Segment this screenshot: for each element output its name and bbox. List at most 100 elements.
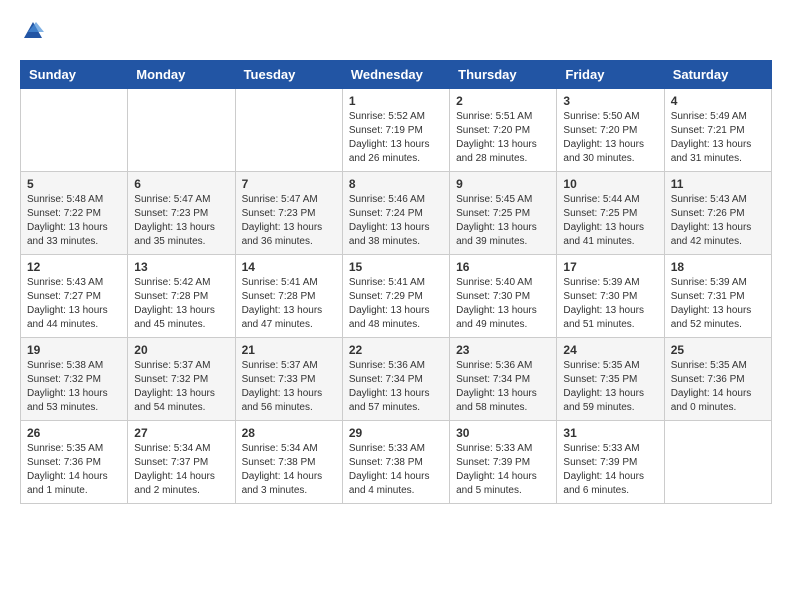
calendar-cell: 6 Sunrise: 5:47 AM Sunset: 7:23 PM Daylig… xyxy=(128,172,235,255)
day-number: 29 xyxy=(349,426,443,440)
week-row-2: 5Sunrise: 5:48 AM Sunset: 7:22 PM Daylig… xyxy=(21,172,772,255)
cell-info: Sunrise: 5:47 AM Sunset: 7:23 PM Dayligh… xyxy=(134,193,228,249)
cell-info: Sunrise: 5:47 AM Sunset: 7:23 PM Dayligh… xyxy=(242,193,336,249)
cell-info: Sunrise: 5:41 AM Sunset: 7:28 PM Dayligh… xyxy=(242,276,336,332)
day-number: 10 xyxy=(563,177,657,191)
calendar-cell: 11 Sunrise: 5:43 AM Sunset: 7:26 PM Dayli… xyxy=(664,172,771,255)
logo xyxy=(20,20,44,44)
cell-info: Sunrise: 5:36 AM Sunset: 7:34 PM Dayligh… xyxy=(456,359,550,415)
calendar-cell: 9Sunrise: 5:45 AM Sunset: 7:25 PM Daylig… xyxy=(450,172,557,255)
cell-info: Sunrise: 5:46 AM Sunset: 7:24 PM Dayligh… xyxy=(349,193,443,249)
day-number: 17 xyxy=(563,260,657,274)
cell-info: Sunrise: 5:33 AM Sunset: 7:39 PM Dayligh… xyxy=(563,442,657,498)
calendar-cell: 3 Sunrise: 5:50 AM Sunset: 7:20 PM Daylig… xyxy=(557,89,664,172)
day-number: 18 xyxy=(671,260,765,274)
week-row-5: 26 Sunrise: 5:35 AM Sunset: 7:36 PM Dayli… xyxy=(21,421,772,504)
day-number: 11 xyxy=(671,177,765,191)
weekday-header-row: SundayMondayTuesdayWednesdayThursdayFrid… xyxy=(21,61,772,89)
day-number: 23 xyxy=(456,343,550,357)
calendar-table: SundayMondayTuesdayWednesdayThursdayFrid… xyxy=(20,60,772,504)
calendar-cell: 18 Sunrise: 5:39 AM Sunset: 7:31 PM Dayli… xyxy=(664,255,771,338)
day-number: 27 xyxy=(134,426,228,440)
day-number: 13 xyxy=(134,260,228,274)
calendar-cell: 7 Sunrise: 5:47 AM Sunset: 7:23 PM Daylig… xyxy=(235,172,342,255)
calendar-cell xyxy=(128,89,235,172)
calendar-cell: 2 Sunrise: 5:51 AM Sunset: 7:20 PM Daylig… xyxy=(450,89,557,172)
day-number: 2 xyxy=(456,94,550,108)
calendar-cell: 28 Sunrise: 5:34 AM Sunset: 7:38 PM Dayli… xyxy=(235,421,342,504)
cell-info: Sunrise: 5:39 AM Sunset: 7:30 PM Dayligh… xyxy=(563,276,657,332)
calendar-cell xyxy=(235,89,342,172)
calendar-cell xyxy=(21,89,128,172)
calendar-cell: 27 Sunrise: 5:34 AM Sunset: 7:37 PM Dayli… xyxy=(128,421,235,504)
day-number: 20 xyxy=(134,343,228,357)
cell-info: Sunrise: 5:33 AM Sunset: 7:39 PM Dayligh… xyxy=(456,442,550,498)
cell-info: Sunrise: 5:34 AM Sunset: 7:38 PM Dayligh… xyxy=(242,442,336,498)
day-number: 31 xyxy=(563,426,657,440)
day-number: 30 xyxy=(456,426,550,440)
day-number: 9 xyxy=(456,177,550,191)
cell-info: Sunrise: 5:51 AM Sunset: 7:20 PM Dayligh… xyxy=(456,110,550,166)
weekday-header-saturday: Saturday xyxy=(664,61,771,89)
weekday-header-sunday: Sunday xyxy=(21,61,128,89)
cell-info: Sunrise: 5:43 AM Sunset: 7:26 PM Dayligh… xyxy=(671,193,765,249)
calendar-cell: 13Sunrise: 5:42 AM Sunset: 7:28 PM Dayli… xyxy=(128,255,235,338)
cell-info: Sunrise: 5:33 AM Sunset: 7:38 PM Dayligh… xyxy=(349,442,443,498)
day-number: 14 xyxy=(242,260,336,274)
calendar-cell: 12Sunrise: 5:43 AM Sunset: 7:27 PM Dayli… xyxy=(21,255,128,338)
calendar-cell: 29 Sunrise: 5:33 AM Sunset: 7:38 PM Dayli… xyxy=(342,421,449,504)
day-number: 7 xyxy=(242,177,336,191)
day-number: 22 xyxy=(349,343,443,357)
cell-info: Sunrise: 5:37 AM Sunset: 7:32 PM Dayligh… xyxy=(134,359,228,415)
cell-info: Sunrise: 5:39 AM Sunset: 7:31 PM Dayligh… xyxy=(671,276,765,332)
calendar-cell: 31 Sunrise: 5:33 AM Sunset: 7:39 PM Dayli… xyxy=(557,421,664,504)
calendar-cell: 20 Sunrise: 5:37 AM Sunset: 7:32 PM Dayli… xyxy=(128,338,235,421)
week-row-4: 19 Sunrise: 5:38 AM Sunset: 7:32 PM Dayli… xyxy=(21,338,772,421)
weekday-header-thursday: Thursday xyxy=(450,61,557,89)
page-header xyxy=(20,20,772,44)
calendar-cell: 23 Sunrise: 5:36 AM Sunset: 7:34 PM Dayli… xyxy=(450,338,557,421)
cell-info: Sunrise: 5:34 AM Sunset: 7:37 PM Dayligh… xyxy=(134,442,228,498)
calendar-cell: 5Sunrise: 5:48 AM Sunset: 7:22 PM Daylig… xyxy=(21,172,128,255)
cell-info: Sunrise: 5:43 AM Sunset: 7:27 PM Dayligh… xyxy=(27,276,121,332)
day-number: 25 xyxy=(671,343,765,357)
calendar-cell: 8Sunrise: 5:46 AM Sunset: 7:24 PM Daylig… xyxy=(342,172,449,255)
calendar-cell: 1 Sunrise: 5:52 AM Sunset: 7:19 PM Daylig… xyxy=(342,89,449,172)
day-number: 15 xyxy=(349,260,443,274)
day-number: 4 xyxy=(671,94,765,108)
cell-info: Sunrise: 5:35 AM Sunset: 7:36 PM Dayligh… xyxy=(27,442,121,498)
calendar-cell: 21Sunrise: 5:37 AM Sunset: 7:33 PM Dayli… xyxy=(235,338,342,421)
calendar-cell: 15Sunrise: 5:41 AM Sunset: 7:29 PM Dayli… xyxy=(342,255,449,338)
cell-info: Sunrise: 5:38 AM Sunset: 7:32 PM Dayligh… xyxy=(27,359,121,415)
weekday-header-wednesday: Wednesday xyxy=(342,61,449,89)
calendar-cell: 30 Sunrise: 5:33 AM Sunset: 7:39 PM Dayli… xyxy=(450,421,557,504)
day-number: 28 xyxy=(242,426,336,440)
weekday-header-friday: Friday xyxy=(557,61,664,89)
calendar-cell: 25 Sunrise: 5:35 AM Sunset: 7:36 PM Dayli… xyxy=(664,338,771,421)
calendar-cell: 10 Sunrise: 5:44 AM Sunset: 7:25 PM Dayli… xyxy=(557,172,664,255)
calendar-cell: 22 Sunrise: 5:36 AM Sunset: 7:34 PM Dayli… xyxy=(342,338,449,421)
calendar-cell xyxy=(664,421,771,504)
logo-icon xyxy=(22,20,44,42)
weekday-header-tuesday: Tuesday xyxy=(235,61,342,89)
day-number: 1 xyxy=(349,94,443,108)
cell-info: Sunrise: 5:35 AM Sunset: 7:35 PM Dayligh… xyxy=(563,359,657,415)
calendar-cell: 17 Sunrise: 5:39 AM Sunset: 7:30 PM Dayli… xyxy=(557,255,664,338)
cell-info: Sunrise: 5:50 AM Sunset: 7:20 PM Dayligh… xyxy=(563,110,657,166)
cell-info: Sunrise: 5:44 AM Sunset: 7:25 PM Dayligh… xyxy=(563,193,657,249)
calendar-cell: 14 Sunrise: 5:41 AM Sunset: 7:28 PM Dayli… xyxy=(235,255,342,338)
calendar-cell: 24Sunrise: 5:35 AM Sunset: 7:35 PM Dayli… xyxy=(557,338,664,421)
day-number: 21 xyxy=(242,343,336,357)
cell-info: Sunrise: 5:40 AM Sunset: 7:30 PM Dayligh… xyxy=(456,276,550,332)
day-number: 6 xyxy=(134,177,228,191)
week-row-3: 12Sunrise: 5:43 AM Sunset: 7:27 PM Dayli… xyxy=(21,255,772,338)
day-number: 19 xyxy=(27,343,121,357)
day-number: 16 xyxy=(456,260,550,274)
day-number: 26 xyxy=(27,426,121,440)
day-number: 3 xyxy=(563,94,657,108)
calendar-cell: 16 Sunrise: 5:40 AM Sunset: 7:30 PM Dayli… xyxy=(450,255,557,338)
cell-info: Sunrise: 5:35 AM Sunset: 7:36 PM Dayligh… xyxy=(671,359,765,415)
cell-info: Sunrise: 5:52 AM Sunset: 7:19 PM Dayligh… xyxy=(349,110,443,166)
day-number: 5 xyxy=(27,177,121,191)
cell-info: Sunrise: 5:36 AM Sunset: 7:34 PM Dayligh… xyxy=(349,359,443,415)
